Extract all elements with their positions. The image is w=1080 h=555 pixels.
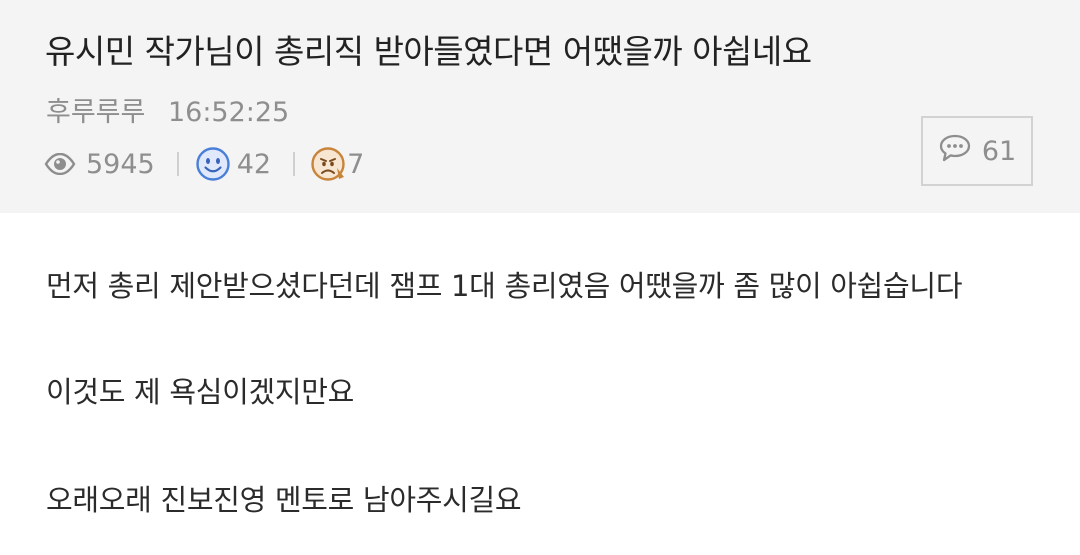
post-header: 유시민 작가님이 총리직 받아들였다면 어땠을까 아쉽네요 후루루루 16:52… (0, 0, 1080, 213)
post-body-paragraph: 먼저 총리 제안받으셨다던데 잼프 1대 총리였음 어땠을까 좀 많이 아쉽습니… (46, 269, 963, 303)
post-title: 유시민 작가님이 총리직 받아들였다면 어땠을까 아쉽네요 (45, 32, 812, 71)
author-name[interactable]: 후루루루 (46, 97, 145, 128)
view-count-stat: 5945 (44, 149, 155, 180)
smiley-face-icon[interactable] (195, 146, 231, 182)
post-time: 16:52:25 (167, 97, 290, 128)
post-stats: 5945 42 7 (44, 144, 364, 184)
dislike-count: 7 (347, 148, 365, 180)
sad-face-icon[interactable] (311, 146, 347, 182)
post-body-paragraph: 오래오래 진보진영 멘토로 남아주시길요 (46, 483, 522, 517)
dislike-stat[interactable]: 7 (311, 146, 364, 182)
eye-icon (44, 153, 76, 175)
comment-count: 61 (981, 135, 1017, 167)
like-stat[interactable]: 42 (195, 146, 271, 182)
post-body-paragraph: 이것도 제 욕심이겠지만요 (46, 375, 355, 409)
like-count: 42 (236, 148, 272, 180)
stat-divider (293, 152, 296, 176)
view-count: 5945 (86, 148, 155, 180)
comment-count-button[interactable]: 61 (921, 116, 1033, 186)
speech-bubble-icon (938, 133, 982, 170)
stat-divider (176, 152, 179, 176)
post-meta: 후루루루 16:52:25 (46, 95, 289, 131)
